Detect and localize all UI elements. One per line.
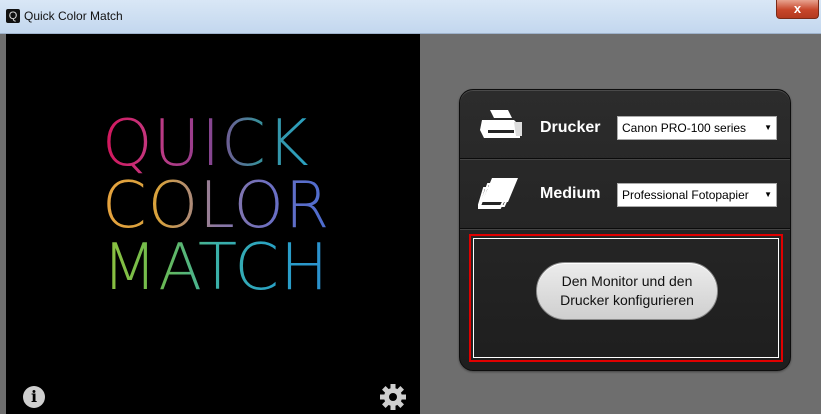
info-icon[interactable]: i (23, 386, 45, 408)
logo-line-quick: QUICK (102, 107, 310, 181)
paper-stack-icon (478, 178, 518, 209)
gear-icon[interactable] (378, 382, 408, 412)
window-title: Quick Color Match (24, 9, 123, 23)
printer-label: Drucker (540, 119, 601, 136)
medium-label: Medium (540, 185, 601, 202)
divider (460, 228, 790, 229)
logo-line-color: COLOR (102, 169, 331, 243)
medium-select[interactable]: Professional Fotopapier ▼ (617, 183, 777, 207)
configure-monitor-printer-button[interactable]: Den Monitor und den Drucker konfiguriere… (536, 262, 718, 320)
close-button[interactable]: x (776, 0, 819, 19)
printer-select[interactable]: Canon PRO-100 series ▼ (617, 116, 777, 140)
configure-button-label: Den Monitor und den Drucker konfiguriere… (560, 273, 694, 308)
title-bar: Q Quick Color Match x (0, 0, 821, 34)
printer-icon (480, 110, 522, 138)
chevron-down-icon: ▼ (764, 190, 772, 199)
app-icon: Q (6, 9, 20, 23)
splash-panel: QUICK COLOR MATCH i (6, 34, 420, 414)
chevron-down-icon: ▼ (764, 123, 772, 132)
printer-select-value: Canon PRO-100 series (622, 121, 747, 135)
divider (460, 158, 790, 159)
medium-select-value: Professional Fotopapier (622, 188, 749, 202)
close-icon: x (793, 1, 802, 16)
logo-line-match: MATCH (102, 231, 330, 305)
